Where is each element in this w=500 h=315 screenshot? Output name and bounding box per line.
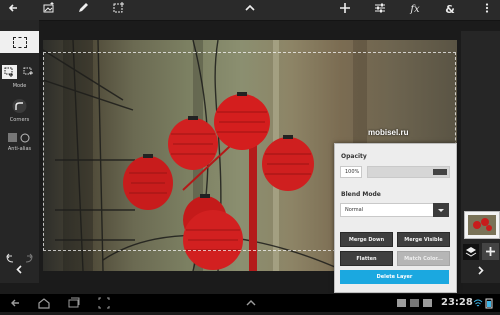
collapse-left-icon[interactable] — [15, 265, 24, 277]
back-icon[interactable] — [8, 296, 22, 310]
brush-icon[interactable] — [76, 2, 90, 18]
battery-icon — [485, 296, 494, 310]
plus-icon[interactable] — [338, 2, 352, 18]
marquee-icon — [13, 37, 27, 48]
clock: 23:28 — [441, 297, 473, 308]
notification-icons — [396, 296, 436, 310]
redo-icon — [25, 253, 33, 263]
merge-down-button[interactable]: Merge Down — [340, 232, 393, 247]
flatten-button[interactable]: Flatten — [340, 251, 393, 266]
ampersand-icon[interactable]: & — [443, 2, 457, 18]
undo-redo-group — [0, 248, 39, 263]
plus-icon — [486, 247, 495, 256]
antialias-icon[interactable] — [0, 131, 39, 145]
red-lantern — [262, 135, 314, 191]
blend-mode-label: Blend Mode — [341, 191, 381, 198]
add-image-icon[interactable] — [42, 2, 56, 18]
rect-select-tool[interactable] — [0, 31, 39, 53]
undo-icon — [6, 253, 14, 263]
layers-panel: Opacity 100% Blend Mode Normal Merge Dow… — [334, 143, 457, 293]
blend-mode-select[interactable]: Normal — [340, 203, 434, 217]
wifi-icon — [473, 296, 483, 310]
blend-dropdown-button[interactable] — [433, 203, 449, 217]
selection-mode-group — [0, 64, 39, 80]
chevron-up-nav-icon[interactable] — [244, 296, 258, 310]
back-arrow-icon[interactable] — [6, 2, 20, 18]
layer-thumbnail[interactable] — [464, 211, 500, 239]
menu-icon[interactable] — [480, 2, 494, 18]
screenshot-icon[interactable] — [97, 296, 111, 310]
left-tool-panel: Mode Corners Anti-alias — [0, 20, 39, 283]
recent-apps-icon[interactable] — [67, 296, 81, 310]
match-color-button[interactable]: Match Color... — [397, 251, 450, 266]
opacity-slider[interactable] — [367, 166, 450, 178]
red-lantern — [214, 92, 270, 150]
antialias-label: Anti-alias — [7, 146, 32, 152]
delete-layer-button[interactable]: Delete Layer — [340, 270, 449, 284]
select-tool-icon[interactable] — [112, 2, 126, 18]
opacity-value-field[interactable]: 100% — [340, 166, 362, 178]
fx-icon[interactable]: fx — [408, 2, 422, 18]
home-icon[interactable] — [37, 296, 51, 310]
layers-icon — [465, 247, 477, 257]
watermark: mobisel.ru — [368, 128, 409, 137]
opacity-slider-handle[interactable] — [433, 169, 447, 175]
top-toolbar: fx & — [0, 0, 500, 21]
layers-toggle-button[interactable] — [463, 244, 479, 260]
system-nav-bar: 23:28 — [0, 294, 500, 312]
red-lantern — [123, 154, 173, 210]
mode-label: Mode — [12, 83, 27, 89]
chevron-down-icon — [438, 209, 444, 212]
right-layers-strip — [461, 31, 500, 283]
chevron-up-icon[interactable] — [243, 2, 257, 18]
corners-label: Corners — [9, 117, 30, 123]
merge-visible-button[interactable]: Merge Visible — [397, 232, 450, 247]
adjustments-icon[interactable] — [373, 2, 387, 18]
opacity-label: Opacity — [341, 153, 367, 160]
corners-icon[interactable] — [0, 98, 39, 114]
add-layer-button[interactable] — [482, 243, 499, 260]
red-lantern — [168, 116, 218, 170]
collapse-right-icon[interactable] — [476, 266, 485, 278]
red-lantern — [183, 210, 243, 270]
